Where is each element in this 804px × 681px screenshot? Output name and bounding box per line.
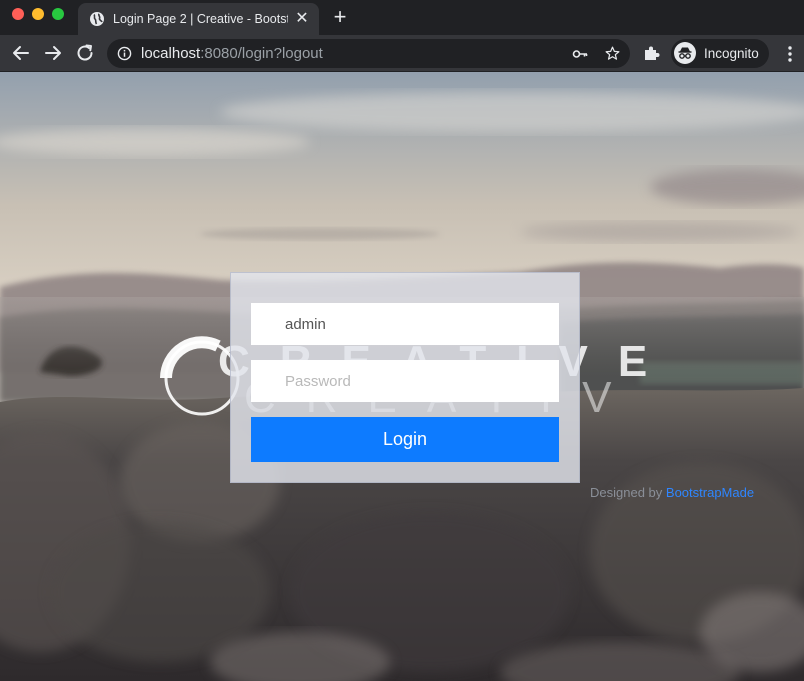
login-form: Login [230,272,580,483]
footer-credits: Designed by BootstrapMade [590,485,754,501]
username-input[interactable] [251,303,559,345]
bookmark-star-icon[interactable] [604,45,621,62]
forward-arrow-icon[interactable] [41,41,65,65]
browser-tab-bar: Login Page 2 | Creative - Bootstrap ✕ + [0,0,804,35]
extensions-puzzle-icon[interactable] [643,44,661,62]
back-arrow-icon[interactable] [9,41,33,65]
reload-icon[interactable] [73,41,97,65]
globe-icon [90,12,104,26]
url-path: :8080/login?logout [200,45,323,62]
browser-tab[interactable]: Login Page 2 | Creative - Bootstrap ✕ [78,3,319,35]
login-page: CREATIVE CREATIV Login Designed by Boots… [0,72,804,681]
zoom-window-button[interactable] [52,8,64,20]
tab-title: Login Page 2 | Creative - Bootstrap [113,12,288,26]
key-icon[interactable] [572,46,588,62]
browser-toolbar: localhost:8080/login?logout Incognito [0,35,804,72]
url-text[interactable]: localhost:8080/login?logout [141,45,323,62]
kebab-menu-icon[interactable] [782,45,798,63]
incognito-profile-button[interactable]: Incognito [671,39,769,68]
incognito-label: Incognito [704,46,759,61]
address-bar[interactable]: localhost:8080/login?logout [107,39,630,68]
minimize-window-button[interactable] [32,8,44,20]
tab-close-icon[interactable]: ✕ [293,10,311,28]
login-button[interactable]: Login [251,417,559,462]
url-host: localhost [141,45,201,62]
site-info-icon[interactable] [117,46,132,61]
bootstrapmade-link[interactable]: BootstrapMade [666,485,754,500]
credits-prefix: Designed by [590,485,663,500]
incognito-icon [674,42,696,64]
new-tab-button[interactable]: + [329,6,351,28]
close-window-button[interactable] [12,8,24,20]
password-input[interactable] [251,360,559,402]
